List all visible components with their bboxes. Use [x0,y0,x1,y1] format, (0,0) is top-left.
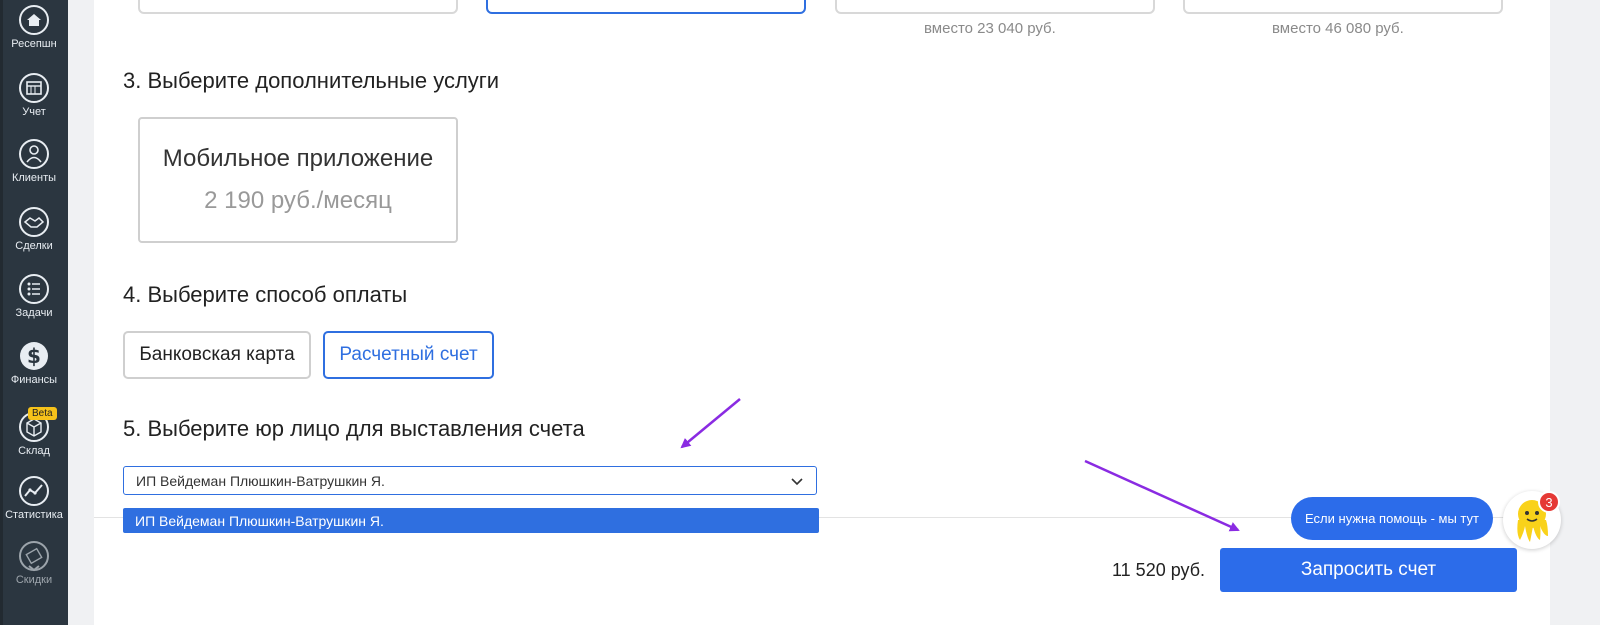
left-sidebar: Ресепшн Учет Клиенты Сделки Задачи $ Фин… [0,0,68,625]
old-price-note: вместо 23 040 руб. [924,20,1056,37]
sidebar-item-clients[interactable]: Клиенты [0,138,68,184]
legal-entity-select[interactable]: ИП Вейдеман Плюшкин-Ватрушкин Я. [123,466,817,495]
sidebar-item-statistics[interactable]: Статистика [0,475,68,521]
request-invoice-button[interactable]: Запросить счет [1220,548,1517,592]
tariff-card[interactable] [835,0,1155,14]
service-price: 2 190 руб./месяц [204,187,392,214]
sidebar-item-deals[interactable]: Сделки [0,206,68,252]
tariff-card-selected[interactable] [486,0,806,14]
tariff-card[interactable] [138,0,458,14]
legal-entity-option[interactable]: ИП Вейдеман Плюшкин-Ватрушкин Я. [123,508,819,533]
calendar-icon [19,73,49,103]
handshake-icon [19,207,49,237]
sidebar-item-accounting[interactable]: Учет [0,72,68,118]
old-price-note: вместо 46 080 руб. [1272,20,1404,37]
sidebar-item-label: Статистика [5,509,63,521]
payment-option-bank-card[interactable]: Банковская карта [123,331,311,379]
sidebar-item-tasks[interactable]: Задачи [0,273,68,319]
sidebar-item-label: Учет [22,106,46,118]
home-icon [19,5,49,35]
sidebar-item-label: Финансы [10,374,58,386]
tasks-list-icon [19,274,49,304]
chart-line-icon [19,476,49,506]
sidebar-item-label: Клиенты [11,172,57,184]
sidebar-item-label: Сделки [15,240,53,252]
section-title-legal-entity: 5. Выберите юр лицо для выставления счет… [123,416,585,441]
help-chat-bubble[interactable]: Если нужна помощь - мы тут [1291,497,1493,540]
clients-icon [19,139,49,169]
chevron-down-icon [791,478,803,486]
sidebar-item-label: Скидки [15,574,53,586]
service-card-mobile-app[interactable]: Мобильное приложение 2 190 руб./месяц [138,117,458,243]
beta-badge: Beta [28,407,57,420]
select-value: ИП Вейдеман Плюшкин-Ватрушкин Я. [136,472,385,489]
sidebar-item-reception[interactable]: Ресепшн [0,4,68,50]
dollar-icon: $ [20,342,48,370]
payment-option-bank-account[interactable]: Расчетный счет [323,331,494,379]
tariff-card[interactable] [1183,0,1503,14]
section-title-services: 3. Выберите дополнительные услуги [123,68,500,93]
section-title-payment: 4. Выберите способ оплаты [123,282,408,307]
sidebar-item-label: Склад [18,445,50,457]
sidebar-item-label: Ресепшн [11,38,57,50]
sidebar-item-label: Задачи [15,307,53,319]
total-price: 11 520 руб. [1112,560,1206,580]
service-name: Мобильное приложение [162,145,434,172]
sidebar-item-finance[interactable]: $ Финансы [0,340,68,386]
unread-count-badge: 3 [1538,491,1560,513]
svg-text:$: $ [27,344,41,368]
sale-tag-icon [19,541,49,572]
sidebar-item-discounts[interactable]: Скидки [0,540,68,586]
